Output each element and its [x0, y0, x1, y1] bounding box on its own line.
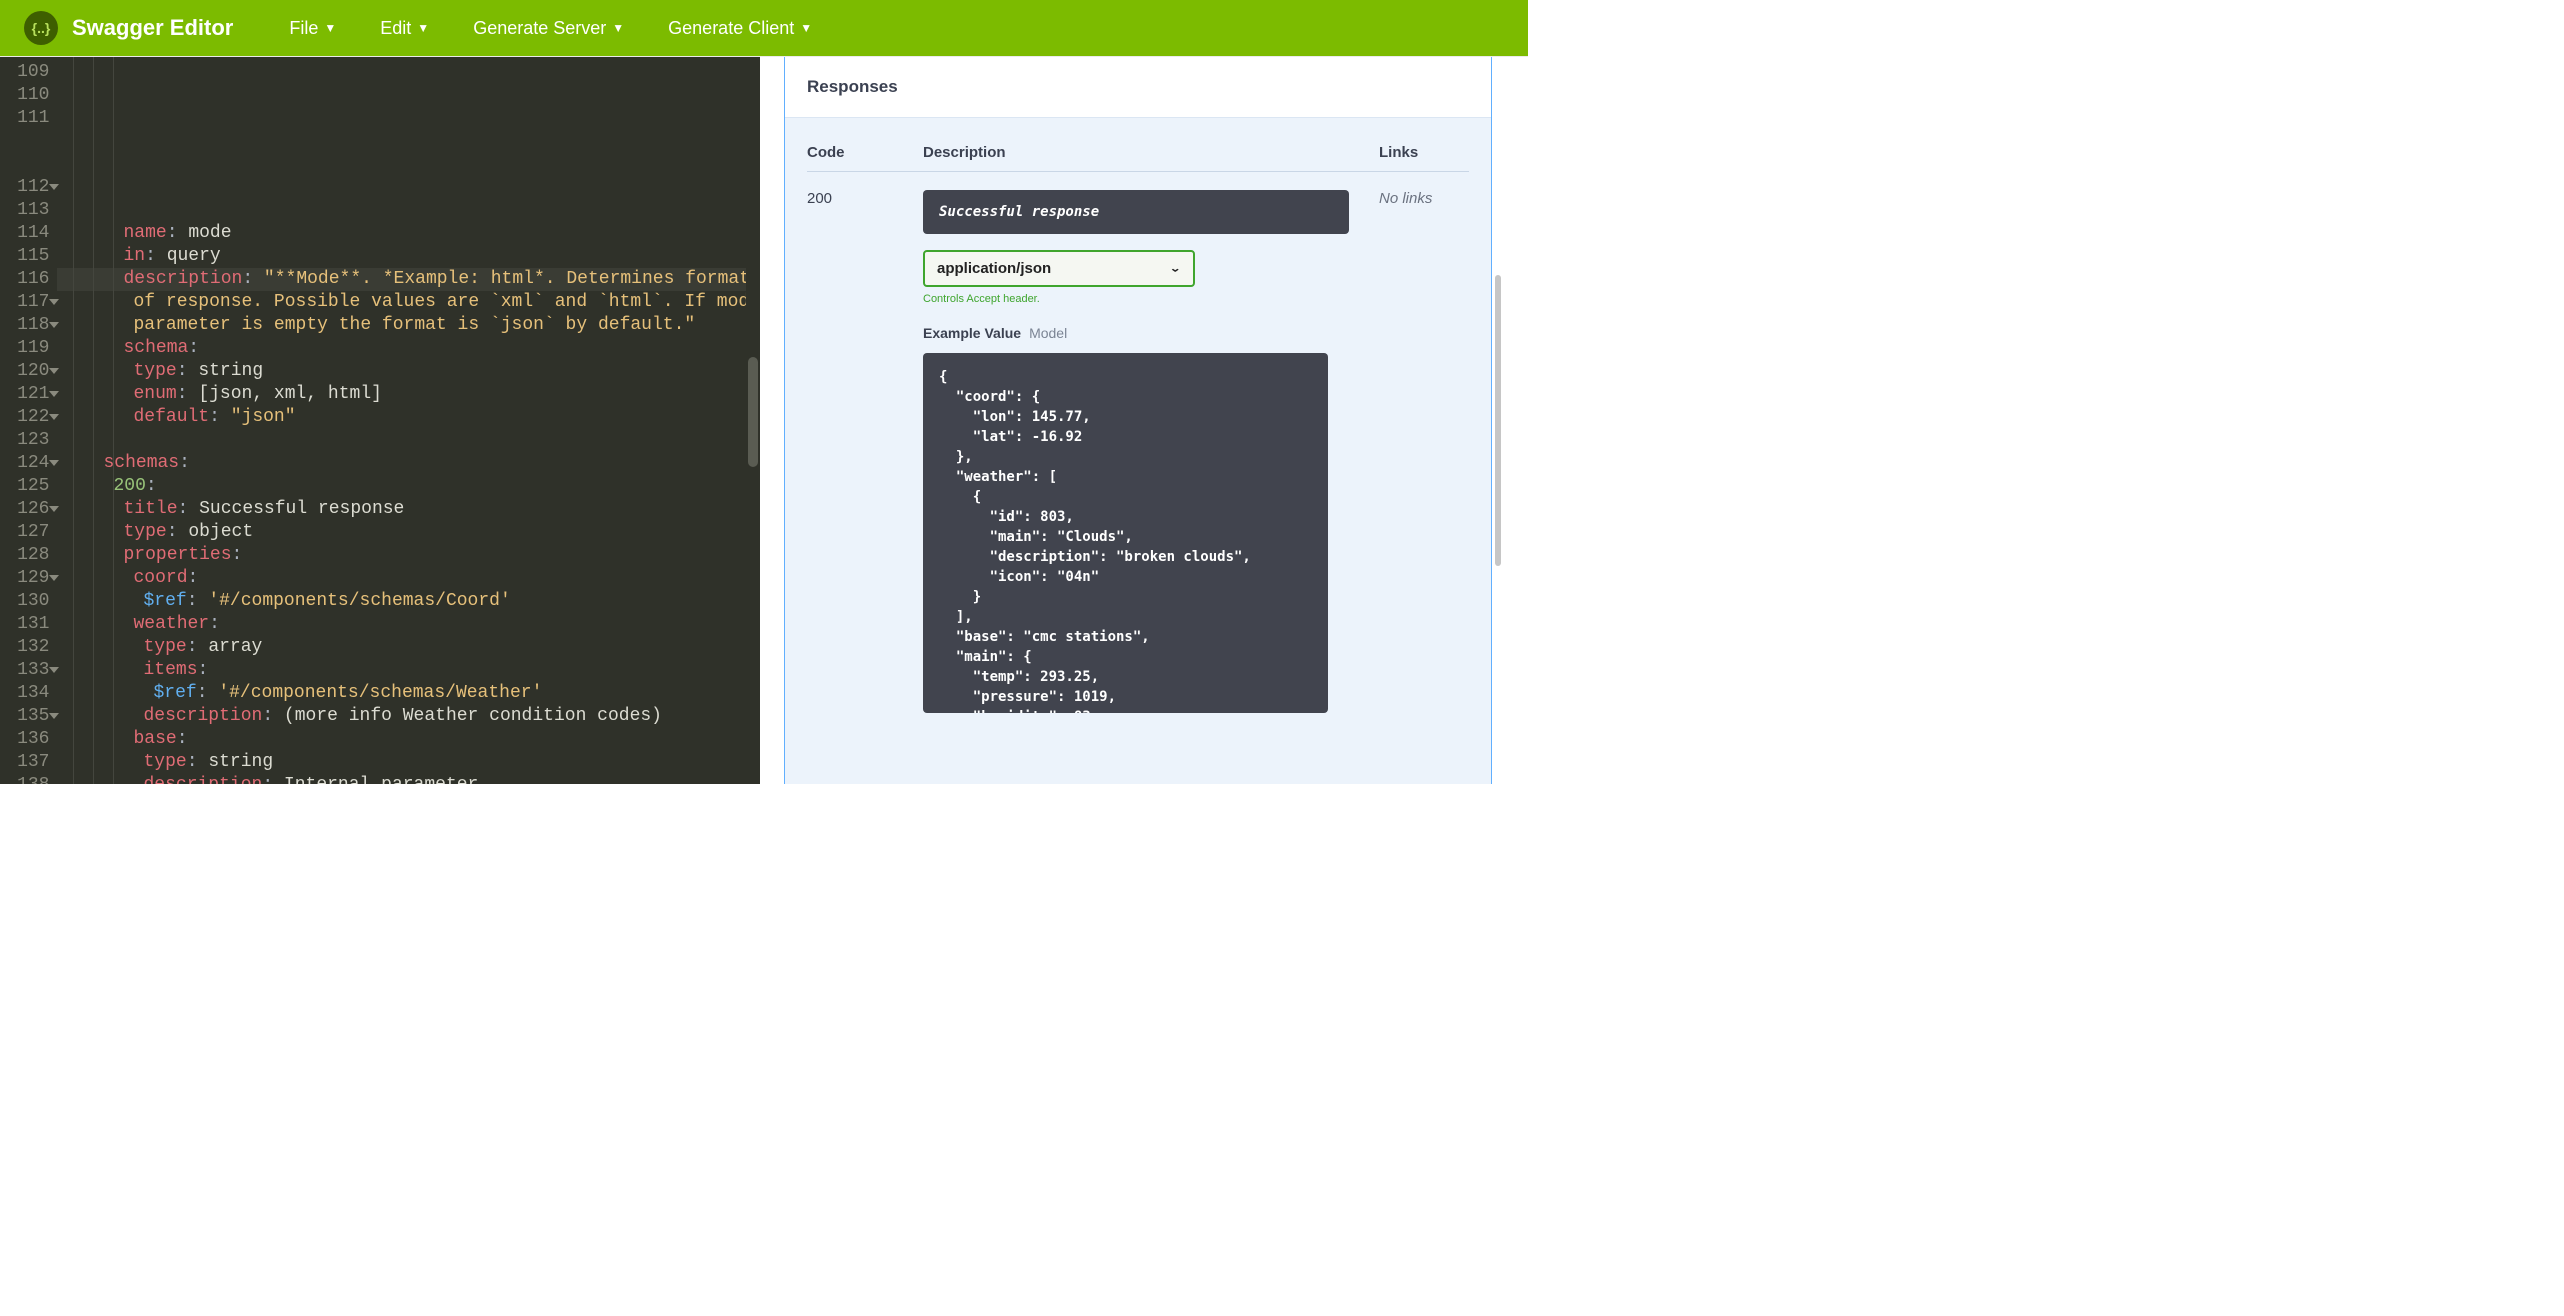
chevron-down-icon: ▼: [612, 21, 624, 35]
tab-model[interactable]: Model: [1029, 325, 1067, 341]
response-links: No links: [1379, 190, 1469, 713]
gutter-line-number: 130: [0, 590, 57, 613]
code-line[interactable]: description: Internal parameter: [57, 774, 760, 784]
gutter-line-number: 109: [0, 61, 57, 84]
col-header-description: Description: [923, 144, 1379, 161]
gutter-line-number: 110: [0, 84, 57, 107]
code-line[interactable]: properties:: [57, 544, 760, 567]
tab-example-value[interactable]: Example Value: [923, 325, 1021, 341]
col-header-links: Links: [1379, 144, 1469, 161]
app-title: Swagger Editor: [72, 15, 233, 41]
gutter-line-number: 118: [0, 314, 57, 337]
main-split: 1091101111121131141151161171181191201211…: [0, 56, 1528, 784]
col-header-code: Code: [807, 144, 923, 161]
gutter-line-number: 115: [0, 245, 57, 268]
gutter-line-number: 116: [0, 268, 57, 291]
gutter-line-number: 133: [0, 659, 57, 682]
code-line[interactable]: description: (more info Weather conditio…: [57, 705, 760, 728]
code-line[interactable]: in: query: [57, 245, 760, 268]
gutter-line-number: 136: [0, 728, 57, 751]
code-line[interactable]: type: object: [57, 521, 760, 544]
code-line[interactable]: $ref: '#/components/schemas/Coord': [57, 590, 760, 613]
code-line[interactable]: name: mode: [57, 222, 760, 245]
gutter-line-number: 122: [0, 406, 57, 429]
gutter-line-number: 121: [0, 383, 57, 406]
yaml-editor[interactable]: 1091101111121131141151161171181191201211…: [0, 57, 760, 784]
menu-generate-server[interactable]: Generate Server▼: [473, 18, 624, 39]
editor-scrollbar-thumb[interactable]: [748, 357, 758, 467]
gutter-line-number: 135: [0, 705, 57, 728]
menu-edit[interactable]: Edit▼: [380, 18, 429, 39]
gutter-line-number: 127: [0, 521, 57, 544]
media-type-select[interactable]: application/json ⌄: [923, 250, 1195, 287]
editor-scrollbar-track: [746, 57, 760, 784]
code-line[interactable]: title: Successful response: [57, 498, 760, 521]
gutter-line-number: 138: [0, 774, 57, 784]
code-line[interactable]: type: array: [57, 636, 760, 659]
example-value-box[interactable]: { "coord": { "lon": 145.77, "lat": -16.9…: [923, 353, 1328, 713]
code-line[interactable]: schemas:: [57, 452, 760, 475]
menu-file[interactable]: File▼: [289, 18, 336, 39]
gutter-line-number: 126: [0, 498, 57, 521]
code-line[interactable]: 200:: [57, 475, 760, 498]
chevron-down-icon: ▼: [417, 21, 429, 35]
editor-gutter: 1091101111121131141151161171181191201211…: [0, 57, 57, 784]
gutter-line-number: 131: [0, 613, 57, 636]
chevron-down-icon: ▼: [800, 21, 812, 35]
code-line[interactable]: schema:: [57, 337, 760, 360]
chevron-down-icon: ▼: [324, 21, 336, 35]
code-line[interactable]: description: "**Mode**. *Example: html*.…: [57, 268, 760, 291]
chevron-down-icon: ⌄: [1169, 263, 1181, 275]
gutter-line-number: [0, 153, 57, 176]
preview-pane: Responses Code Description Links 200 Suc…: [760, 57, 1528, 784]
menu-generate-client[interactable]: Generate Client▼: [668, 18, 812, 39]
top-menu: File▼ Edit▼ Generate Server▼ Generate Cl…: [289, 18, 812, 39]
swagger-logo-icon: {..}: [24, 11, 58, 45]
code-line[interactable]: enum: [json, xml, html]: [57, 383, 760, 406]
gutter-line-number: [0, 130, 57, 153]
response-row: 200 Successful response application/json…: [807, 172, 1469, 713]
code-line[interactable]: type: string: [57, 751, 760, 774]
gutter-line-number: 125: [0, 475, 57, 498]
code-line[interactable]: coord:: [57, 567, 760, 590]
response-code: 200: [807, 190, 923, 713]
gutter-line-number: 134: [0, 682, 57, 705]
gutter-line-number: 113: [0, 199, 57, 222]
gutter-line-number: 123: [0, 429, 57, 452]
code-line[interactable]: type: string: [57, 360, 760, 383]
gutter-line-number: 112: [0, 176, 57, 199]
code-line[interactable]: items:: [57, 659, 760, 682]
operation-block: Responses Code Description Links 200 Suc…: [784, 57, 1492, 784]
media-type-helper: Controls Accept header.: [923, 293, 1349, 305]
gutter-line-number: 114: [0, 222, 57, 245]
code-line[interactable]: $ref: '#/components/schemas/Weather': [57, 682, 760, 705]
gutter-line-number: 128: [0, 544, 57, 567]
gutter-line-number: 137: [0, 751, 57, 774]
responses-table-header: Code Description Links: [807, 134, 1469, 172]
logo[interactable]: {..} Swagger Editor: [24, 11, 233, 45]
code-line[interactable]: parameter is empty the format is `json` …: [57, 314, 760, 337]
code-line[interactable]: of response. Possible values are `xml` a…: [57, 291, 760, 314]
gutter-line-number: 117: [0, 291, 57, 314]
gutter-line-number: 111: [0, 107, 57, 130]
code-line[interactable]: [57, 429, 760, 452]
gutter-line-number: 120: [0, 360, 57, 383]
editor-code[interactable]: name: modein: querydescription: "**Mode*…: [57, 57, 760, 784]
preview-scrollbar[interactable]: [1492, 57, 1504, 784]
gutter-line-number: 132: [0, 636, 57, 659]
preview-scrollbar-thumb[interactable]: [1495, 275, 1501, 566]
code-line[interactable]: default: "json": [57, 406, 760, 429]
code-line[interactable]: weather:: [57, 613, 760, 636]
example-model-tabs: Example Value Model: [923, 325, 1349, 341]
response-description-column: Successful response application/json ⌄ C…: [923, 190, 1379, 713]
media-type-value: application/json: [937, 260, 1051, 277]
topbar: {..} Swagger Editor File▼ Edit▼ Generate…: [0, 0, 1528, 56]
responses-body: Code Description Links 200 Successful re…: [785, 118, 1491, 784]
gutter-line-number: 124: [0, 452, 57, 475]
gutter-line-number: 129: [0, 567, 57, 590]
gutter-line-number: 119: [0, 337, 57, 360]
responses-header: Responses: [785, 57, 1491, 118]
response-description: Successful response: [923, 190, 1349, 234]
code-line[interactable]: base:: [57, 728, 760, 751]
